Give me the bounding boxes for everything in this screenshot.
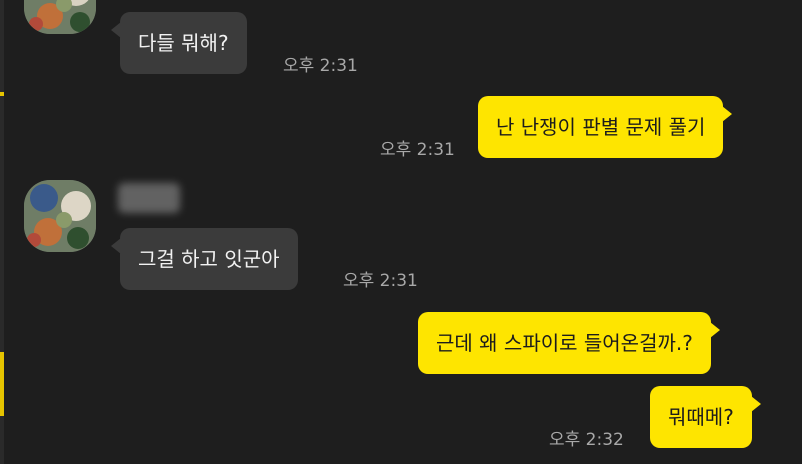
bubble-tail: [111, 22, 121, 38]
message-text: 근데 왜 스파이로 들어온걸까.?: [436, 331, 693, 355]
outgoing-message-bubble[interactable]: 난 난쟁이 판별 문제 풀기: [478, 96, 733, 158]
outgoing-message-bubble[interactable]: 뭐때메?: [650, 386, 761, 448]
outgoing-message-bubble[interactable]: 근데 왜 스파이로 들어온걸까.?: [418, 312, 720, 374]
edge-marker: [0, 92, 4, 96]
incoming-message-bubble[interactable]: 다들 뭐해?: [111, 12, 247, 74]
message-timestamp: 오후 2:31: [283, 56, 358, 76]
message-text: 난 난쟁이 판별 문제 풀기: [496, 115, 706, 139]
avatar[interactable]: [24, 0, 96, 34]
bubble-tail: [111, 238, 121, 254]
window-edge: [0, 0, 4, 464]
incoming-message-bubble[interactable]: 그걸 하고 잇군아: [111, 228, 298, 290]
bubble-tail: [709, 322, 720, 338]
edge-marker: [0, 352, 4, 416]
message-timestamp: 오후 2:31: [343, 271, 418, 291]
sender-name-blurred: [118, 183, 180, 213]
chat-message-list[interactable]: 다들 뭐해? 오후 2:31 난 난쟁이 판별 문제 풀기 오후 2:31 그걸…: [0, 0, 802, 464]
message-timestamp: 오후 2:32: [549, 430, 624, 450]
bubble-tail: [750, 396, 761, 412]
avatar-image: [24, 180, 96, 252]
bubble-tail: [722, 106, 733, 122]
avatar[interactable]: [24, 180, 96, 252]
avatar-image: [24, 0, 96, 34]
message-timestamp: 오후 2:31: [380, 140, 455, 160]
message-text: 그걸 하고 잇군아: [138, 247, 280, 271]
message-text: 뭐때메?: [668, 405, 734, 429]
message-text: 다들 뭐해?: [138, 31, 229, 55]
